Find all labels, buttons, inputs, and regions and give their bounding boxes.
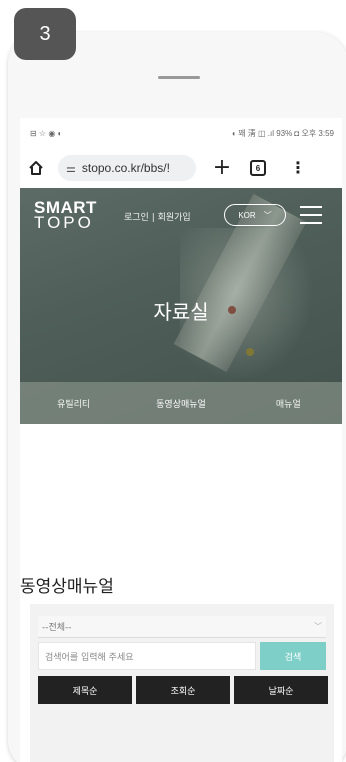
search-input[interactable]: 검색어를 입력해 주세요 bbox=[38, 642, 256, 670]
logo-line-2: TOPO bbox=[34, 213, 94, 232]
page-title: 자료실 bbox=[153, 300, 209, 324]
browser-toolbar: ⚌ stopo.co.kr/bbs/! + 6 ⋮ bbox=[20, 148, 342, 188]
subnav-item-manual[interactable]: 매뉴얼 bbox=[235, 397, 342, 410]
address-bar[interactable]: ⚌ stopo.co.kr/bbs/! bbox=[58, 155, 196, 181]
category-select-value: --전체-- bbox=[42, 623, 72, 633]
sort-by-date-button[interactable]: 날짜순 bbox=[234, 676, 328, 704]
auth-links[interactable]: 로그인 | 회원가입 bbox=[124, 210, 191, 223]
hero-banner: SMART TOPO 로그인 | 회원가입 KOR ﹀ 자료실 유틸리티 동영상… bbox=[20, 188, 342, 424]
hamburger-menu-icon[interactable] bbox=[300, 206, 322, 224]
sort-buttons: 제목순 조회순 날짜순 bbox=[38, 676, 328, 704]
subnav-item-utility[interactable]: 유틸리티 bbox=[20, 397, 127, 410]
chevron-down-icon: ﹀ bbox=[263, 210, 272, 220]
category-select[interactable]: --전체-- ﹀ bbox=[38, 616, 326, 638]
language-select[interactable]: KOR ﹀ bbox=[224, 204, 286, 226]
home-icon[interactable] bbox=[26, 158, 46, 178]
sort-by-views-button[interactable]: 조회순 bbox=[136, 676, 230, 704]
phone-screen: ⊟ ☆ ◉ ◐ ◖ 꽤 淸 ◫ .ıl 93% ◘ 오후 3:59 ⚌ stop… bbox=[20, 118, 342, 762]
status-right-info: ◖ 꽤 淸 ◫ .ıl 93% ◘ 오후 3:59 bbox=[231, 128, 334, 138]
status-left-icons: ⊟ ☆ ◉ ◐ bbox=[30, 128, 63, 138]
section-title: 동영상매뉴얼 bbox=[20, 577, 114, 597]
browser-menu-icon[interactable]: ⋮ bbox=[290, 160, 306, 176]
new-tab-button[interactable]: + bbox=[212, 157, 232, 179]
phone-speaker bbox=[158, 76, 200, 79]
site-logo[interactable]: SMART TOPO bbox=[34, 199, 97, 232]
hero-image-detail bbox=[246, 348, 254, 356]
url-text: stopo.co.kr/bbs/! bbox=[81, 161, 170, 175]
chevron-down-icon: ﹀ bbox=[314, 622, 322, 631]
sub-navigation: 유틸리티 동영상매뉴얼 매뉴얼 bbox=[20, 382, 342, 424]
status-bar: ⊟ ☆ ◉ ◐ ◖ 꽤 淸 ◫ .ıl 93% ◘ 오후 3:59 bbox=[20, 118, 342, 148]
tab-switcher-button[interactable]: 6 bbox=[250, 160, 266, 176]
page: 3 ⊟ ☆ ◉ ◐ ◖ 꽤 淸 ◫ .ıl 93% ◘ 오후 3:59 ⚌ st… bbox=[0, 0, 346, 762]
language-label: KOR bbox=[238, 210, 256, 220]
step-badge: 3 bbox=[14, 8, 76, 60]
site-settings-icon[interactable]: ⚌ bbox=[66, 162, 76, 175]
search-panel: --전체-- ﹀ 검색어를 입력해 주세요 검색 제목순 조회순 날짜순 bbox=[30, 604, 334, 762]
sort-by-title-button[interactable]: 제목순 bbox=[38, 676, 132, 704]
search-button[interactable]: 검색 bbox=[260, 642, 326, 670]
subnav-item-video-manual[interactable]: 동영상매뉴얼 bbox=[127, 397, 234, 410]
